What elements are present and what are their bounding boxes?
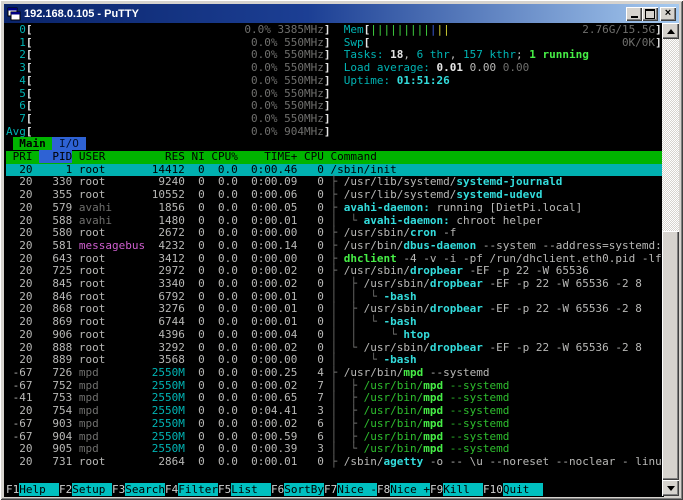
fkey-f10-label[interactable]: Quit xyxy=(503,483,543,496)
fkey-f6[interactable]: F6 xyxy=(271,483,284,496)
fkey-f9[interactable]: F9 xyxy=(430,483,443,496)
window-title: 192.168.0.105 - PuTTY xyxy=(24,8,623,20)
titlebar[interactable]: 192.168.0.105 - PuTTY × xyxy=(4,4,679,23)
fkey-f8-label[interactable]: Nice + xyxy=(390,483,430,496)
fkey-f1[interactable]: F1 xyxy=(6,483,19,496)
putty-icon xyxy=(7,7,21,21)
fkey-f9-label[interactable]: Kill xyxy=(443,483,483,496)
minimize-icon xyxy=(631,16,638,18)
fkey-f1-label[interactable]: Help xyxy=(19,483,59,496)
scroll-down-button[interactable] xyxy=(662,480,679,496)
htop-screen: 0[ 0.0% 3385MHz] Mem[|||||||||||| 2.76G/… xyxy=(6,24,664,469)
close-icon: × xyxy=(665,8,671,19)
scrollbar[interactable] xyxy=(662,23,679,496)
column-header-pid[interactable]: PID xyxy=(39,150,72,163)
scroll-up-button[interactable] xyxy=(662,23,679,39)
process-row-731[interactable]: 20 731 root 2864 0 0.0 0:00.01 0 ├ /sbin… xyxy=(6,456,664,469)
fkey-f7[interactable]: F7 xyxy=(324,483,337,496)
fkey-f3-label[interactable]: Search xyxy=(125,483,165,496)
table-header[interactable]: PRI PID USER RES NI CPU% TIME+ CPU Comma… xyxy=(6,151,664,164)
fkey-f2-label[interactable]: Setup xyxy=(72,483,112,496)
putty-window: 192.168.0.105 - PuTTY × 0[ 0.0% 3385MHz]… xyxy=(0,0,683,500)
close-button[interactable]: × xyxy=(660,7,676,21)
fkey-f10[interactable]: F10 xyxy=(483,483,503,496)
cpu-meter-Avg: Avg[ 0.0% 904MHz] xyxy=(6,126,664,139)
fkey-f5-label[interactable]: List xyxy=(231,483,271,496)
scroll-up-icon xyxy=(667,29,675,34)
maximize-button[interactable] xyxy=(642,7,658,21)
minimize-button[interactable] xyxy=(626,7,642,21)
scroll-down-icon xyxy=(667,486,675,491)
fkey-f4[interactable]: F4 xyxy=(165,483,178,496)
terminal-blank-space xyxy=(6,469,664,485)
fkey-f7-label[interactable]: Nice - xyxy=(337,483,377,496)
tab-io[interactable]: I/O xyxy=(52,137,85,150)
fkey-f4-label[interactable]: Filter xyxy=(178,483,218,496)
fkey-f8[interactable]: F8 xyxy=(377,483,390,496)
scrollbar-thumb[interactable] xyxy=(662,231,679,480)
fkey-f2[interactable]: F2 xyxy=(59,483,72,496)
fkey-f6-label[interactable]: SortBy xyxy=(284,483,324,496)
fkey-f5[interactable]: F5 xyxy=(218,483,231,496)
maximize-icon xyxy=(645,9,655,19)
terminal: 0[ 0.0% 3385MHz] Mem[|||||||||||| 2.76G/… xyxy=(4,23,664,497)
tab-main[interactable]: Main xyxy=(13,137,53,150)
function-key-bar: F1Help F2Setup F3SearchF4FilterF5List F6… xyxy=(6,484,664,497)
window-controls: × xyxy=(626,7,676,21)
fkey-f3[interactable]: F3 xyxy=(112,483,125,496)
